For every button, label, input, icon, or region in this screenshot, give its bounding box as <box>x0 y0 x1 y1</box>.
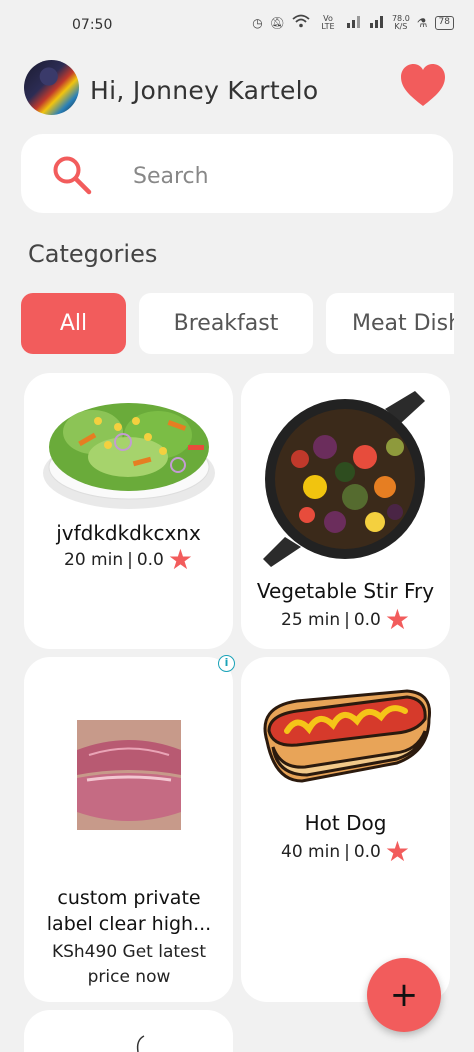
recipe-meta: 20 min | 0.0 ★ <box>64 543 193 576</box>
signal-icon-2 <box>369 14 385 31</box>
search-input[interactable] <box>133 156 423 196</box>
heart-icon[interactable] <box>400 64 446 108</box>
ad-card[interactable]: custom private label clear high... KSh49… <box>24 657 233 1002</box>
hot-dog-image <box>263 689 432 783</box>
recipe-title: Hot Dog <box>304 811 387 835</box>
greeting-text: Hi, Jonney Kartelo <box>90 76 319 105</box>
category-chip-meat-dishes[interactable]: Meat Dishes <box>326 293 454 354</box>
avatar[interactable] <box>24 60 79 115</box>
recipe-time: 25 min <box>281 610 341 630</box>
recipe-image <box>136 1035 145 1052</box>
recipe-card[interactable]: Hot Dog 40 min | 0.0 ★ <box>241 657 450 1002</box>
status-bar: 07:50 ◷ 🔕︎ Vo LTE 78.0 K/S ⚗︎ 78 <box>0 0 474 52</box>
recipe-meta: 40 min | 0.0 ★ <box>281 835 410 868</box>
recipe-rating: 0.0 <box>353 610 381 630</box>
recipe-rating: 0.0 <box>353 842 381 862</box>
recipe-card[interactable] <box>24 1010 233 1052</box>
add-recipe-button[interactable]: + <box>367 958 441 1032</box>
signal-icon <box>346 14 362 31</box>
recipe-time: 40 min <box>281 842 341 862</box>
salad-image <box>43 403 215 509</box>
alarm-icon: ◷ <box>252 15 263 30</box>
flask-icon: ⚗︎ <box>416 15 428 30</box>
search-bar[interactable] <box>21 134 453 213</box>
recipe-title: Vegetable Stir Fry <box>256 579 435 603</box>
recipe-time: 20 min <box>64 550 124 570</box>
search-icon[interactable] <box>51 154 93 196</box>
status-time: 07:50 <box>72 17 113 33</box>
recipe-card[interactable]: jvfdkdkdkcxnx 20 min | 0.0 ★ <box>24 373 233 649</box>
star-icon: ★ <box>384 603 410 636</box>
network-label: Vo LTE <box>321 13 335 31</box>
category-chip-breakfast[interactable]: Breakfast <box>139 293 313 354</box>
categories-title: Categories <box>28 240 158 268</box>
stir-fry-image <box>263 391 425 567</box>
recipe-title: jvfdkdkdkcxnx <box>56 521 201 545</box>
ad-info-icon[interactable]: i <box>218 655 235 672</box>
plus-icon: + <box>389 975 419 1015</box>
recipe-card[interactable]: Vegetable Stir Fry 25 min | 0.0 ★ <box>241 373 450 649</box>
category-chip-all[interactable]: All <box>21 293 126 354</box>
recipe-rating: 0.0 <box>136 550 164 570</box>
lip-gloss-image <box>77 720 181 830</box>
network-speed: 78.0 K/S <box>391 13 410 31</box>
star-icon: ★ <box>167 543 193 576</box>
mute-icon: 🔕︎ <box>269 15 285 30</box>
battery-icon: 78 <box>434 15 454 30</box>
category-chips: All Breakfast Meat Dishes <box>21 293 454 355</box>
star-icon: ★ <box>384 835 410 868</box>
ad-price: KSh490 Get latest price now <box>51 942 207 987</box>
ad-title: custom private label clear high... <box>46 887 212 935</box>
recipe-meta: 25 min | 0.0 ★ <box>281 603 410 636</box>
wifi-icon <box>292 14 310 31</box>
